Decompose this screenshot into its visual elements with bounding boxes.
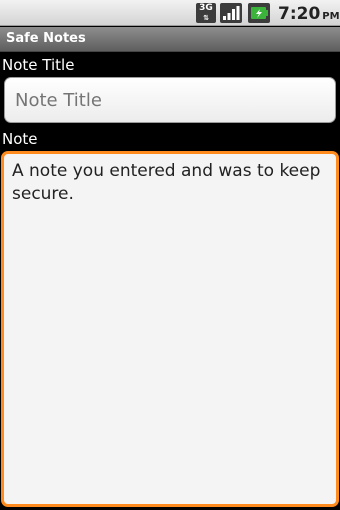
note-title-input[interactable] — [4, 77, 336, 123]
clock-time: 7:20 — [278, 4, 321, 24]
signal-icon — [220, 3, 242, 23]
note-label: Note — [2, 130, 38, 148]
clock-ampm: PM — [322, 11, 340, 22]
status-bar: 3G ⇅ 7:20 PM — [0, 0, 340, 26]
network-type: 3G — [199, 3, 213, 13]
note-textarea[interactable]: A note you entered and was to keep secur… — [1, 151, 339, 507]
data-arrows-icon: ⇅ — [203, 14, 209, 22]
app-title-bar: Safe Notes — [0, 27, 340, 52]
3g-icon: 3G ⇅ — [196, 3, 216, 23]
battery-icon — [248, 3, 270, 23]
app-title: Safe Notes — [6, 31, 86, 46]
status-clock: 7:20 PM — [278, 4, 340, 24]
note-title-label: Note Title — [2, 56, 75, 74]
